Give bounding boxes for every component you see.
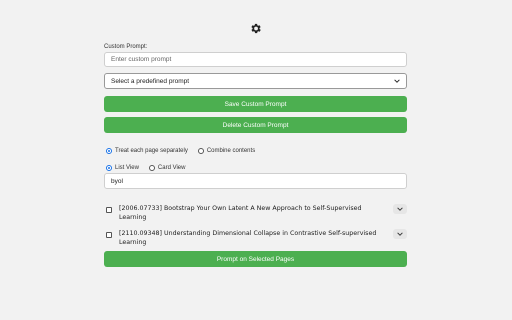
card-view-label: Card View — [157, 165, 186, 171]
list-item: [2006.07733] Bootstrap Your Own Latent A… — [104, 204, 407, 222]
search-input[interactable]: byol — [104, 173, 407, 189]
paper-title[interactable]: [2110.09348] Understanding Dimensional C… — [119, 229, 377, 247]
list-item: [2110.09348] Understanding Dimensional C… — [104, 229, 407, 247]
card-view-radio[interactable] — [148, 165, 155, 171]
combine-label: Combine contents — [206, 148, 256, 154]
delete-custom-prompt-button[interactable]: Delete Custom Prompt — [104, 117, 407, 133]
list-view-label: List View — [115, 165, 139, 171]
view-options: List View Card View — [106, 165, 185, 171]
chevron-down-icon — [397, 207, 403, 211]
gear-icon[interactable] — [249, 22, 262, 35]
prompt-selected-pages-button[interactable]: Prompt on Selected Pages — [104, 251, 407, 267]
save-custom-prompt-button[interactable]: Save Custom Prompt — [104, 96, 407, 112]
combine-radio[interactable] — [197, 148, 204, 154]
search-value: byol — [111, 177, 123, 185]
custom-prompt-label: Custom Prompt: — [104, 44, 148, 50]
mode-options: Treat each page separately Combine conte… — [106, 148, 255, 154]
custom-prompt-input[interactable]: Enter custom prompt — [104, 52, 407, 67]
predefined-prompt-select[interactable]: Select a predefined prompt — [104, 73, 407, 89]
separate-label: Treat each page separately — [115, 148, 188, 154]
custom-prompt-placeholder: Enter custom prompt — [111, 56, 172, 63]
chevron-down-icon — [397, 232, 403, 236]
expand-button[interactable] — [393, 229, 407, 239]
paper-title[interactable]: [2006.07733] Bootstrap Your Own Latent A… — [119, 204, 377, 222]
expand-button[interactable] — [393, 204, 407, 214]
predefined-prompt-selected: Select a predefined prompt — [111, 77, 190, 85]
list-view-radio[interactable] — [106, 165, 112, 171]
separate-radio[interactable] — [106, 148, 112, 154]
paper-checkbox[interactable] — [106, 232, 112, 238]
paper-checkbox[interactable] — [106, 207, 112, 213]
chevron-down-icon — [394, 79, 400, 83]
